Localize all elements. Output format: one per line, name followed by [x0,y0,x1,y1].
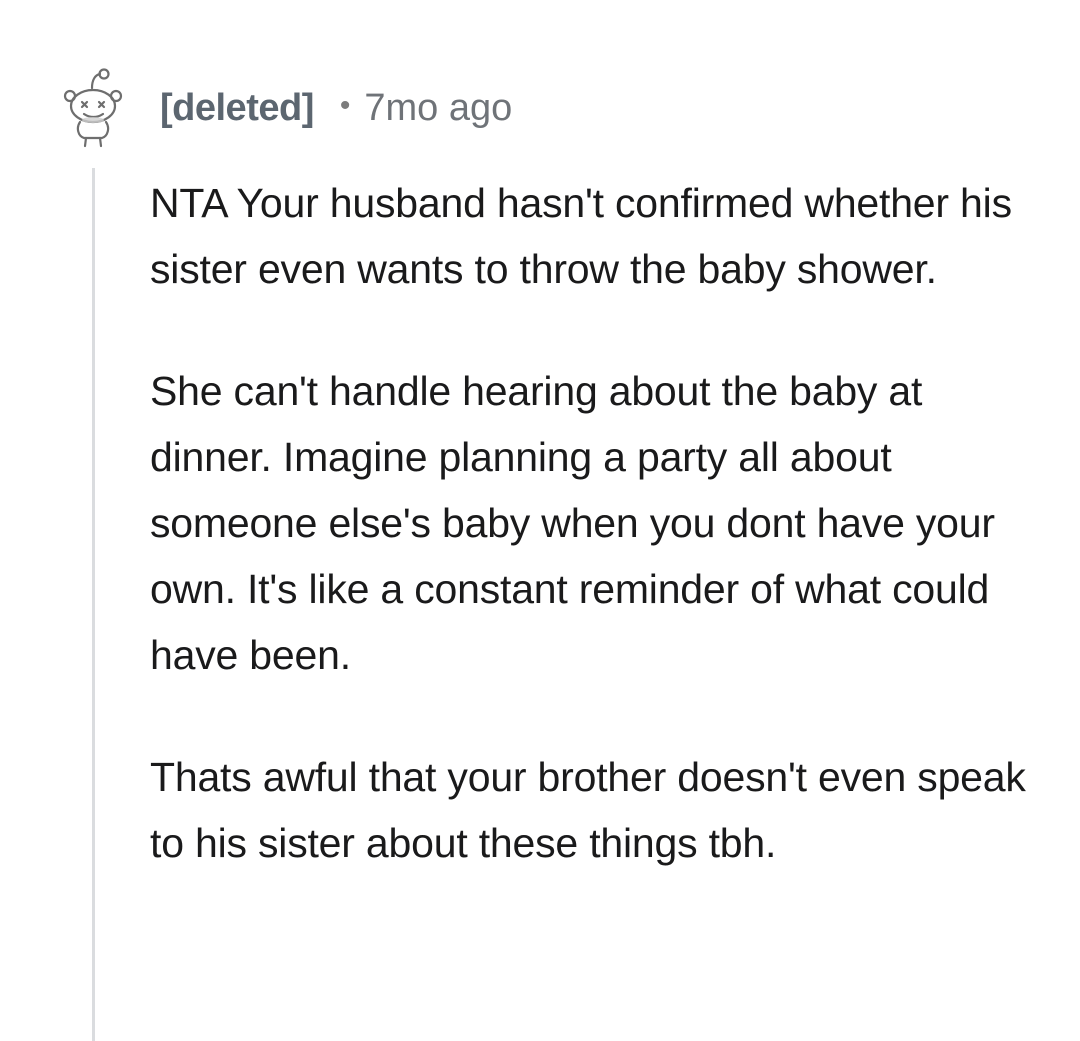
author-username[interactable]: [deleted] [160,87,314,130]
comment-header: [deleted] • 7mo ago [160,84,512,132]
comment-paragraph: Thats awful that your brother doesn't ev… [150,754,1026,866]
comment-paragraph: She can't handle hearing about the baby … [150,368,995,678]
separator-dot: • [339,89,351,122]
comment-paragraph: NTA Your husband hasn't confirmed whethe… [150,180,1012,292]
reddit-snoo-icon[interactable] [62,66,124,148]
comment-timestamp[interactable]: 7mo ago [364,87,512,130]
comment-body: NTA Your husband hasn't confirmed whethe… [150,170,1050,876]
comment: [deleted] • 7mo ago NTA Your husband has… [0,0,1080,1041]
thread-collapse-line[interactable] [92,168,95,1041]
